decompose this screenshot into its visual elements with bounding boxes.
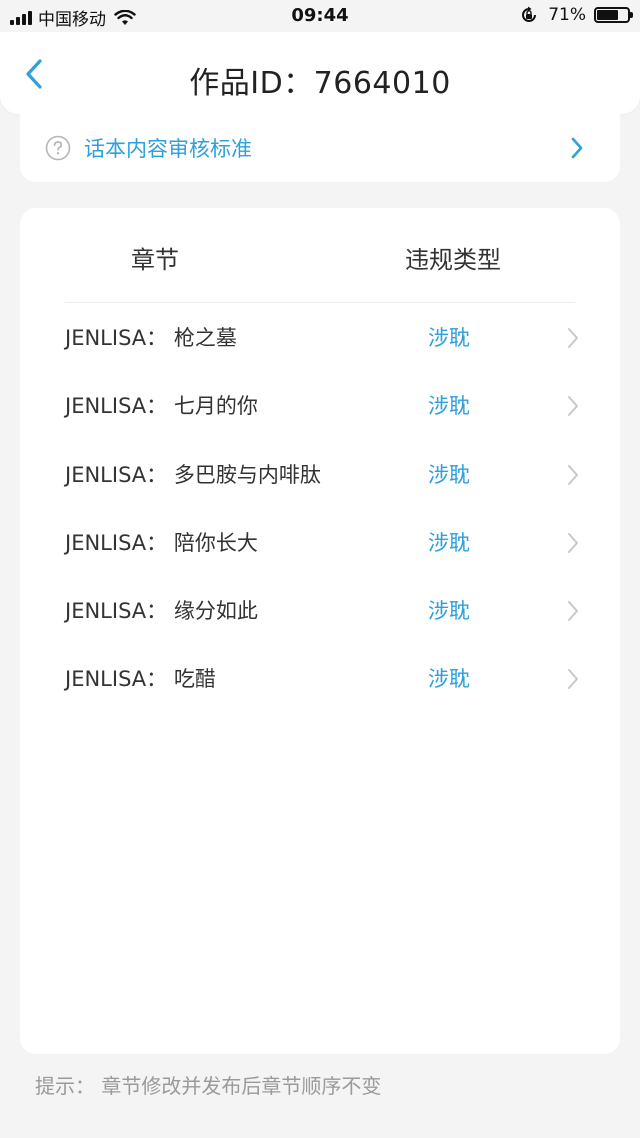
chapter-list: JENLISA： 枪之墓 涉耽 JENLISA： 七月的你 涉耽 JENLISA…	[20, 304, 620, 714]
chapter-title: JENLISA： 吃醋	[65, 667, 216, 692]
violation-type: 涉耽	[428, 394, 470, 419]
chevron-right-icon	[568, 328, 578, 348]
chapter-row[interactable]: JENLISA： 多巴胺与内啡肽 涉耽	[20, 441, 620, 509]
chapter-row[interactable]: JENLISA： 陪你长大 涉耽	[20, 509, 620, 577]
battery-fill	[597, 10, 618, 20]
divider	[65, 302, 575, 303]
violation-type: 涉耽	[428, 326, 470, 350]
rotation-lock-icon	[522, 6, 537, 22]
column-header-chapter: 章节	[131, 246, 179, 274]
battery-percent: 71%	[548, 5, 586, 25]
violation-type: 涉耽	[428, 667, 470, 692]
violation-type: 涉耽	[428, 462, 470, 487]
violation-type: 涉耽	[428, 599, 470, 624]
chapter-row[interactable]: JENLISA： 缘分如此 涉耽	[20, 577, 620, 645]
chapter-row[interactable]: JENLISA： 枪之墓 涉耽	[20, 304, 620, 372]
violation-type: 涉耽	[428, 530, 470, 555]
chevron-right-icon	[571, 137, 583, 159]
footer-hint: 提示： 章节修改并发布后章节顺序不变	[35, 1074, 382, 1098]
chapter-title: JENLISA： 陪你长大	[65, 530, 258, 555]
chapter-row[interactable]: JENLISA： 七月的你 涉耽	[20, 372, 620, 440]
chapter-title: JENLISA： 缘分如此	[65, 599, 258, 624]
standards-label: 话本内容审核标准	[84, 137, 252, 161]
chapter-title: JENLISA： 枪之墓	[65, 326, 237, 350]
page-title: 作品ID：7664010	[189, 66, 451, 101]
chevron-right-icon	[568, 601, 578, 622]
battery-icon	[594, 7, 633, 23]
chapter-title: JENLISA： 多巴胺与内啡肽	[65, 462, 321, 487]
chevron-right-icon	[568, 464, 578, 485]
status-bar: 中国移动 09:44 71%	[0, 0, 640, 32]
column-header-violation-type: 违规类型	[405, 246, 501, 274]
nav-header: 作品ID：7664010	[0, 32, 640, 114]
chapter-row[interactable]: JENLISA： 吃醋 涉耽	[20, 645, 620, 713]
standards-link[interactable]: 话本内容审核标准	[20, 114, 620, 182]
chapter-title: JENLISA： 七月的你	[65, 394, 258, 419]
status-right: 71%	[520, 5, 633, 25]
chevron-right-icon	[568, 532, 578, 553]
chevron-right-icon	[568, 396, 578, 417]
question-circle-icon	[45, 135, 71, 161]
chevron-right-icon	[568, 669, 578, 690]
violations-card: 章节 违规类型 JENLISA： 枪之墓 涉耽 JENLISA： 七月的你 涉耽…	[20, 208, 620, 1054]
